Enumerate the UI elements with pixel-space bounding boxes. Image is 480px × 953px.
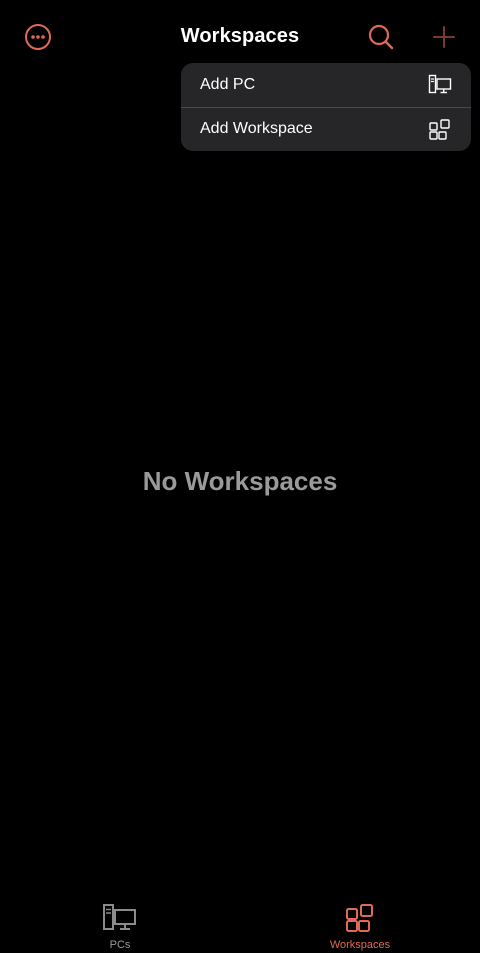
page-title: Workspaces (180, 25, 300, 47)
add-menu: Add PC Add Workspace (181, 63, 471, 151)
tab-workspaces-label: Workspaces (329, 939, 391, 951)
add-pc-label: Add PC (200, 76, 256, 93)
add-pc-menu-item[interactable]: Add PC (181, 63, 471, 107)
workspace-grid-icon (429, 119, 450, 140)
pc-icon (428, 74, 452, 94)
tab-pcs[interactable]: PCs (60, 903, 180, 951)
add-workspace-menu-item[interactable]: Add Workspace (181, 107, 471, 151)
search-icon (368, 24, 394, 50)
tab-workspaces[interactable]: Workspaces (300, 903, 420, 951)
add-button[interactable] (428, 21, 460, 53)
empty-state-message: No Workspaces (142, 466, 338, 496)
pc-icon (103, 904, 136, 930)
plus-icon (433, 26, 455, 48)
search-button[interactable] (365, 21, 397, 53)
workspace-grid-icon (346, 904, 373, 932)
add-workspace-label: Add Workspace (200, 120, 313, 137)
tab-pcs-label: PCs (109, 939, 131, 951)
